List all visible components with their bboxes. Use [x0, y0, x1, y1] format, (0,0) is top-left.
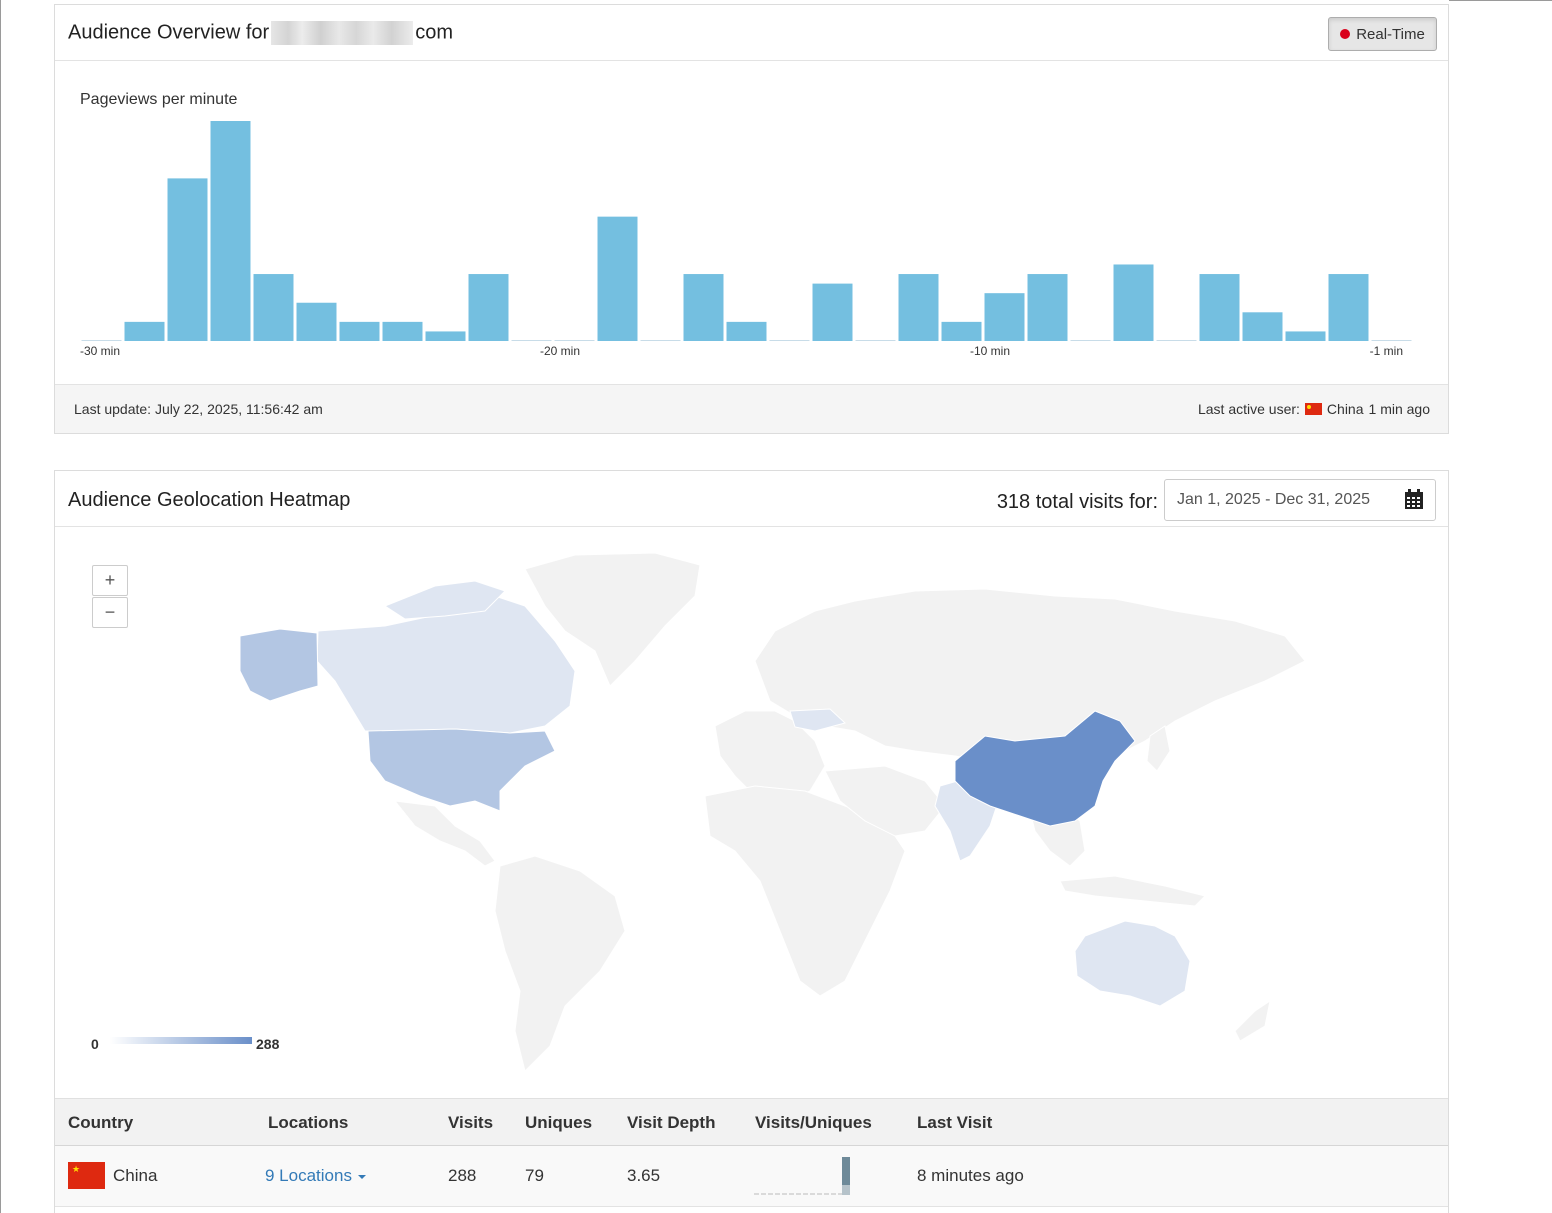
last-active-country: China — [1326, 401, 1364, 417]
x-tick-label: -10 min — [970, 344, 1010, 358]
zoom-out-button[interactable]: − — [92, 597, 128, 628]
locations-label: 9 Locations — [265, 1166, 352, 1185]
row-uniques: 79 — [525, 1166, 544, 1185]
bar--3[interactable] — [1285, 331, 1326, 341]
x-tick-label: -1 min — [1370, 344, 1403, 358]
row-visits: 288 — [448, 1166, 477, 1185]
window-edge-top — [1449, 0, 1552, 1]
legend-max: 288 — [256, 1036, 280, 1052]
bar--10[interactable] — [984, 293, 1025, 341]
legend-min: 0 — [91, 1036, 99, 1052]
bar--11[interactable] — [941, 321, 982, 341]
col-uniques[interactable]: Uniques — [525, 1113, 592, 1133]
bar--4[interactable] — [1242, 312, 1283, 341]
zoom-in-button[interactable]: + — [92, 565, 128, 596]
bar--12[interactable] — [898, 274, 939, 341]
window-edge-left — [0, 0, 1, 1213]
bar--23[interactable] — [425, 331, 466, 341]
map-new-zealand — [1234, 999, 1271, 1042]
bar--16[interactable] — [726, 321, 767, 341]
map-canada — [316, 595, 576, 734]
last-update-text: Last update: July 22, 2025, 11:56:42 am — [74, 401, 323, 417]
bar--22[interactable] — [468, 274, 509, 341]
map-south-america — [494, 855, 626, 1072]
map-alaska — [239, 628, 319, 702]
bar--24[interactable] — [382, 321, 423, 341]
bar--14[interactable] — [812, 283, 853, 341]
caret-down-icon — [357, 1174, 366, 1179]
geolocation-panel: Audience Geolocation Heatmap 318 total v… — [54, 470, 1449, 1213]
bar--25[interactable] — [339, 321, 380, 341]
bar--7[interactable] — [1113, 264, 1154, 341]
bar--29[interactable] — [167, 178, 208, 341]
row-visit-depth: 3.65 — [627, 1166, 661, 1185]
x-tick-label: -30 min — [80, 344, 120, 358]
map-australia — [1074, 920, 1191, 1007]
locations-dropdown[interactable]: 9 Locations — [265, 1166, 366, 1186]
pageviews-chart: -30 min -20 min -10 min -1 min — [80, 121, 1412, 358]
bar--17[interactable] — [683, 274, 724, 341]
calendar-icon — [1405, 489, 1423, 509]
date-range-picker[interactable]: Jan 1, 2025 - Dec 31, 2025 — [1164, 479, 1436, 521]
col-visits[interactable]: Visits — [448, 1113, 493, 1133]
overview-footer: Last update: July 22, 2025, 11:56:42 am … — [55, 384, 1448, 433]
geo-title: Audience Geolocation Heatmap — [68, 489, 351, 511]
map-indonesia — [1059, 875, 1206, 907]
row-last-visit: 8 minutes ago — [917, 1166, 1024, 1185]
total-visits-label: 318 total visits for: — [996, 491, 1158, 513]
table-row: ★ China 9 Locations 288 79 3.65 8 minute… — [55, 1146, 1448, 1207]
bar--26[interactable] — [296, 302, 337, 341]
china-flag-icon: ★ — [68, 1162, 105, 1189]
col-locations[interactable]: Locations — [268, 1113, 348, 1133]
col-visits-uniques[interactable]: Visits/Uniques — [755, 1113, 872, 1133]
x-tick-label: -20 min — [540, 344, 580, 358]
bar--30[interactable] — [124, 321, 165, 341]
geo-heading: Audience Geolocation Heatmap 318 total v… — [55, 471, 1448, 527]
col-country[interactable]: Country — [68, 1113, 133, 1133]
bar--27[interactable] — [253, 274, 294, 341]
legend-gradient — [110, 1037, 252, 1044]
table-header: Country Locations Visits Uniques Visit D… — [55, 1098, 1448, 1147]
china-flag-icon — [1304, 403, 1322, 415]
map-usa — [367, 728, 556, 812]
last-active-label: Last active user: — [1197, 401, 1300, 417]
bar--28[interactable] — [210, 121, 251, 341]
map-central-america — [393, 800, 496, 867]
visits-uniques-sparkbar — [754, 1157, 850, 1195]
date-range-value: Jan 1, 2025 - Dec 31, 2025 — [1177, 491, 1371, 508]
audience-overview-panel: Audience Overview for com Real-Time Pagev… — [54, 4, 1449, 434]
bar--9[interactable] — [1027, 274, 1068, 341]
bar--19[interactable] — [597, 216, 638, 341]
last-active-user: Last active user: China 1 min ago — [1198, 401, 1430, 417]
last-active-time: 1 min ago — [1368, 401, 1430, 417]
col-visit-depth[interactable]: Visit Depth — [627, 1113, 715, 1133]
bar--5[interactable] — [1199, 274, 1240, 341]
col-last-visit[interactable]: Last Visit — [917, 1113, 992, 1133]
world-heatmap[interactable] — [55, 551, 1463, 1076]
bar--2[interactable] — [1328, 274, 1369, 341]
row-country: China — [113, 1166, 158, 1185]
